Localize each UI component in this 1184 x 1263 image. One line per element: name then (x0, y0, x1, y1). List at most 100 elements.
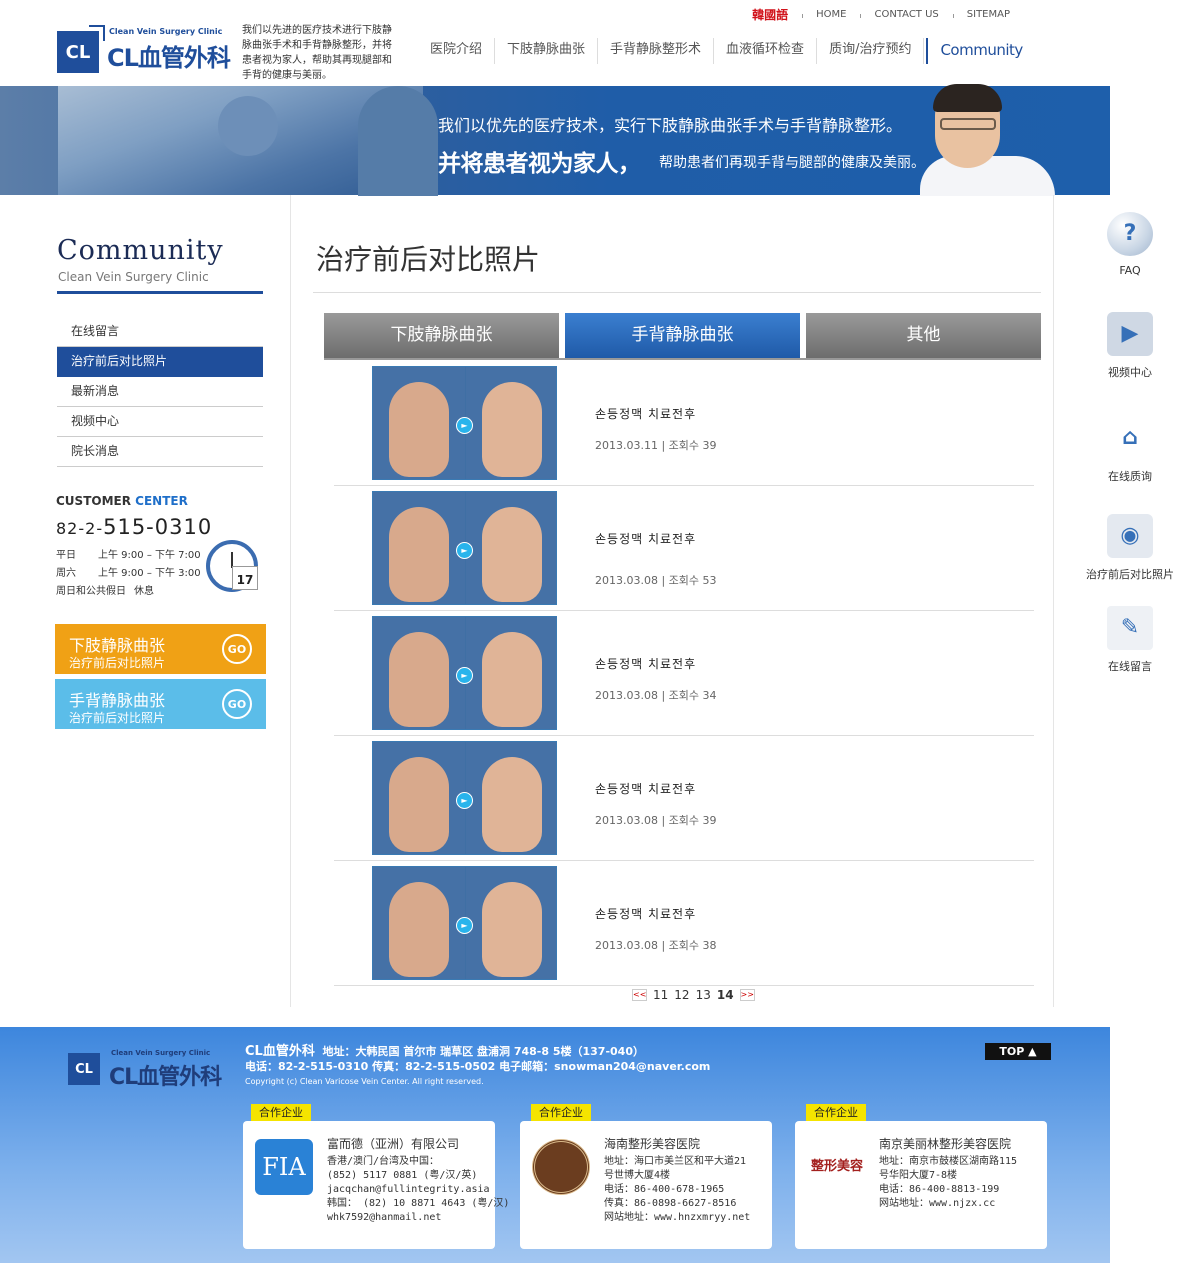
home-link[interactable]: HOME (802, 9, 860, 20)
quick-faq[interactable]: ? FAQ (1080, 212, 1180, 277)
partner-card[interactable]: 海南整形美容医院 地址：海口市美兰区和平大道21 号世博大厦4楼 电话：86-4… (520, 1121, 772, 1249)
footer-address: 地址：大韩民国 首尔市 瑞草区 盘浦洞 748-8 5楼（137-040） (322, 1045, 644, 1058)
list-item[interactable]: ► 손등정맥 치료전후 2013.03.11 | 조회수 39 (334, 361, 1034, 486)
nav-community[interactable]: Community (926, 38, 1034, 64)
customer-word: CUSTOMER (56, 494, 131, 508)
partner-info: 富而德（亚洲）有限公司 香港/澳门/台湾及中国： (852) 5117 0881… (327, 1137, 509, 1225)
item-meta: 2013.03.08 | 조회수 53 (595, 574, 717, 587)
surgeon-figure (218, 96, 278, 156)
hours-time: 休息 (134, 586, 154, 597)
partner-tag: 合作企业 (251, 1104, 311, 1121)
nav-hand-vein[interactable]: 手背静脉整形术 (598, 38, 715, 64)
footer: CL Clean Vein Surgery Clinic CL血管外科 CL血管… (0, 1027, 1110, 1263)
before-after-thumbnail[interactable]: ► (372, 616, 557, 730)
calendar-icon: 17 (232, 566, 258, 590)
before-after-thumbnail[interactable]: ► (372, 741, 557, 855)
before-after-thumbnail[interactable]: ► (372, 491, 557, 605)
main-nav: 医院介绍 下肢静脉曲张 手背静脉整形术 血液循环检查 质询/治疗预约 Commu… (418, 38, 1035, 64)
partner-line: whk7592@hanmail.net (327, 1212, 442, 1223)
page-link[interactable]: 11 (653, 988, 668, 1002)
quick-inquiry[interactable]: ⌂ 在线质询 (1080, 416, 1180, 484)
tab-leg-varicose[interactable]: 下肢静脉曲张 (324, 313, 559, 358)
njzx-logo: 整形美容 (810, 1159, 863, 1174)
sidebar-item-guestbook[interactable]: 在线留言 (57, 317, 263, 347)
sidebar-item-news[interactable]: 最新消息 (57, 377, 263, 407)
cta-leg-varicose[interactable]: 下肢静脉曲张 治疗前后对比照片 GO (55, 624, 266, 674)
hainan-logo (532, 1139, 590, 1195)
item-meta: 2013.03.08 | 조회수 38 (595, 939, 717, 952)
sidebar-item-director[interactable]: 院长消息 (57, 437, 263, 467)
tab-other[interactable]: 其他 (806, 313, 1041, 358)
top-links: 韓國語 HOME CONTACT US SITEMAP (738, 6, 1024, 23)
doctor-glasses (940, 118, 996, 130)
prev-page-button[interactable]: << (632, 989, 647, 1001)
pagination: << 11 12 13 14 >> (632, 988, 755, 1002)
back-to-top-button[interactable]: TOP ▲ (985, 1043, 1051, 1060)
nav-circulation-test[interactable]: 血液循环检查 (714, 38, 818, 64)
center-word: CENTER (135, 494, 188, 508)
next-page-button[interactable]: >> (739, 989, 755, 1001)
partner-line: 电话：86-400-8813-199 (879, 1184, 1000, 1195)
partner-line: 地址：南京市鼓楼区湖南路115 (879, 1156, 1018, 1167)
hours-row: 周六 上午 9:00 – 下午 3:00 (56, 565, 201, 583)
logo-mark: CL (57, 25, 105, 73)
list-item[interactable]: ► 손등정맥 치료전후 2013.03.08 | 조회수 39 (334, 736, 1034, 861)
list-item[interactable]: ► 손등정맥 치료전후 2013.03.08 | 조회수 34 (334, 611, 1034, 736)
quick-guestbook[interactable]: ✎ 在线留言 (1080, 606, 1180, 674)
pen-note-icon: ✎ (1107, 606, 1153, 650)
house-icon: ⌂ (1122, 425, 1138, 450)
item-title[interactable]: 손등정맥 치료전후 (595, 780, 696, 797)
cta-title: 手背静脉曲张 (69, 691, 166, 710)
banner-line3: 帮助患者们再现手背与腿部的健康及美丽。 (659, 155, 925, 171)
tab-hand-vein[interactable]: 手背静脉曲张 (565, 313, 800, 358)
banner-line2: 并将患者视为家人， (438, 151, 641, 177)
nav-leg-varicose[interactable]: 下肢静脉曲张 (495, 38, 599, 64)
surgery-photo (58, 86, 438, 196)
hours-time: 上午 9:00 – 下午 7:00 (98, 550, 201, 561)
sidebar-item-video[interactable]: 视频中心 (57, 407, 263, 437)
list-item[interactable]: ► 손등정맥 치료전후 2013.03.08 | 조회수 38 (334, 861, 1034, 986)
sidebar-title: Community (57, 235, 224, 266)
sitemap-link[interactable]: SITEMAP (952, 9, 1024, 20)
page-link[interactable]: 13 (696, 988, 711, 1002)
partner-line: 号世博大厦4楼 (604, 1170, 671, 1181)
tagline: 我们以先进的医疗技术进行下肢静脉曲张手术和手背静脉整形，并将患者视为家人，帮助其… (242, 25, 392, 81)
divider (1053, 195, 1054, 1007)
logo-subtitle: Clean Vein Surgery Clinic (111, 1049, 211, 1057)
partner-name: 富而德（亚洲）有限公司 (327, 1137, 460, 1151)
list-item[interactable]: ► 손등정맥 치료전후 2013.03.08 | 조회수 53 (334, 486, 1034, 611)
arrow-right-icon: ► (456, 667, 473, 684)
nav-consultation[interactable]: 质询/治疗预约 (817, 38, 925, 64)
logo-name: CL血管外科 (107, 44, 231, 72)
hours-day: 周日和公共假日 (56, 586, 126, 597)
contact-link[interactable]: CONTACT US (860, 9, 952, 20)
doctor-portrait (920, 84, 1055, 196)
quick-video[interactable]: ▶ 视频中心 (1080, 312, 1180, 380)
korean-link[interactable]: 韓國語 (738, 6, 802, 23)
item-meta: 2013.03.08 | 조회수 34 (595, 689, 717, 702)
item-title[interactable]: 손등정맥 치료전후 (595, 405, 696, 422)
current-page[interactable]: 14 (717, 988, 734, 1002)
site-logo[interactable]: CL Clean Vein Surgery Clinic CL血管外科 (57, 25, 235, 73)
sidebar-subtitle: Clean Vein Surgery Clinic (58, 270, 209, 284)
partner-card[interactable]: 整形美容 南京美丽林整形美容医院 地址：南京市鼓楼区湖南路115 号华阳大厦7-… (795, 1121, 1047, 1249)
cta-hand-vein[interactable]: 手背静脉曲张 治疗前后对比照片 GO (55, 679, 266, 729)
quick-before-after[interactable]: ◉ 治疗前后对比照片 (1080, 514, 1180, 582)
arrow-right-icon: ► (456, 792, 473, 809)
partner-line: 传真：86-0898-6627-8516 (604, 1198, 737, 1209)
sidebar-menu: 在线留言 治疗前后对比照片 最新消息 视频中心 院长消息 (57, 317, 263, 467)
page-link[interactable]: 12 (674, 988, 689, 1002)
question-icon: ? (1107, 212, 1153, 256)
before-after-thumbnail[interactable]: ► (372, 866, 557, 980)
item-title[interactable]: 손등정맥 치료전후 (595, 655, 696, 672)
logo-name: CL血管外科 (109, 1065, 222, 1090)
before-after-thumbnail[interactable]: ► (372, 366, 557, 480)
page: { "header": { "logo_sub": "Clean Vein Su… (0, 0, 1184, 1263)
sidebar-item-before-after[interactable]: 治疗前后对比照片 (57, 347, 263, 377)
partner-name: 海南整形美容医院 (604, 1137, 701, 1151)
item-title[interactable]: 손등정맥 치료전후 (595, 530, 696, 547)
nav-hospital-intro[interactable]: 医院介绍 (418, 38, 496, 64)
hours-time: 上午 9:00 – 下午 3:00 (98, 568, 201, 579)
partner-card[interactable]: FIA 富而德（亚洲）有限公司 香港/澳门/台湾及中国： (852) 5117 … (243, 1121, 509, 1249)
item-title[interactable]: 손등정맥 치료전후 (595, 905, 696, 922)
